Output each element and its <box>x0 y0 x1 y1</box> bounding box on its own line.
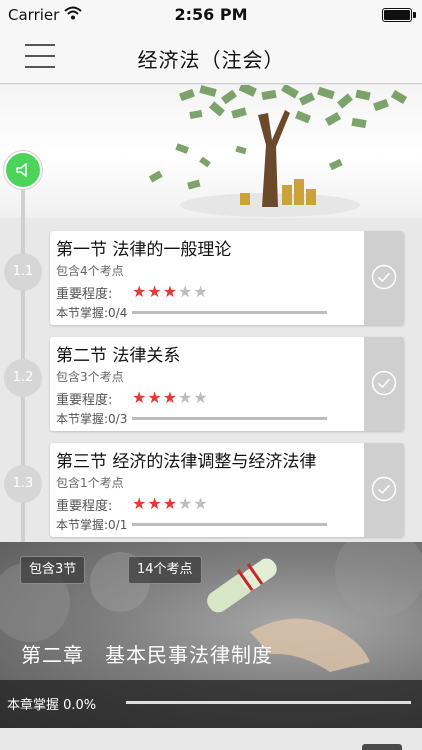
money-tree-banner <box>0 85 422 218</box>
chapter-sections-badge: 包含3节 <box>20 556 86 584</box>
lesson-point-count: 包含3个考点 <box>56 370 124 384</box>
lesson-complete-toggle[interactable] <box>364 443 404 537</box>
chapter-title: 第二章 基本民事法律制度 <box>21 643 273 667</box>
next-chapter-peek <box>362 744 402 750</box>
lesson-title: 第二节 法律关系 <box>56 346 181 366</box>
lesson-progress-bar <box>132 417 327 420</box>
lesson-card[interactable]: 第二节 法律关系 包含3个考点 重要程度: ★★★★★ 本节掌握:0/3 <box>50 337 404 431</box>
lesson-mastery: 本节掌握:0/1 <box>56 518 128 532</box>
star-empty-icon: ★ <box>193 388 209 407</box>
nav-bar: 经济法（注会） <box>0 30 422 84</box>
lesson-number-badge: 1.3 <box>4 465 42 503</box>
lesson-item: 1.2 第二节 法律关系 包含3个考点 重要程度: ★★★★★ 本节掌握:0/3 <box>0 337 422 431</box>
page-title: 经济法（注会） <box>137 48 285 72</box>
star-filled-icon: ★ <box>162 494 179 513</box>
star-filled-icon: ★ <box>162 388 179 407</box>
chapter-mastery-bar: 本章掌握 0.0% <box>0 680 422 728</box>
lesson-point-count: 包含4个考点 <box>56 264 124 278</box>
star-filled-icon: ★ <box>147 388 163 407</box>
bottom-strip <box>0 728 422 750</box>
importance-label: 重要程度: <box>56 499 113 514</box>
star-empty-icon: ★ <box>178 282 194 301</box>
lesson-card[interactable]: 第一节 法律的一般理论 包含4个考点 重要程度: ★★★★★ 本节掌握:0/4 <box>50 231 404 325</box>
lesson-mastery: 本节掌握:0/4 <box>56 306 128 320</box>
chapter-points-badge: 14个考点 <box>128 556 202 584</box>
speaker-button[interactable] <box>4 151 42 189</box>
star-filled-icon: ★ <box>132 282 148 301</box>
lesson-number-badge: 1.2 <box>4 359 42 397</box>
star-filled-icon: ★ <box>147 494 163 513</box>
lesson-title: 第三节 经济的法律调整与经济法律 <box>56 452 317 472</box>
star-empty-icon: ★ <box>178 494 194 513</box>
chapter-progress-bar <box>126 701 411 704</box>
star-empty-icon: ★ <box>193 494 209 513</box>
check-circle-icon <box>371 370 397 396</box>
star-empty-icon: ★ <box>178 388 194 407</box>
speaker-icon <box>16 163 27 177</box>
check-circle-icon <box>371 476 397 502</box>
star-filled-icon: ★ <box>132 388 148 407</box>
importance-stars: ★★★★★ <box>132 282 209 301</box>
lesson-number-badge: 1.1 <box>4 253 42 291</box>
lesson-point-count: 包含1个考点 <box>56 476 124 490</box>
lesson-card[interactable]: 第三节 经济的法律调整与经济法律 包含1个考点 重要程度: ★★★★★ 本节掌握… <box>50 443 404 537</box>
battery-tip <box>413 12 416 18</box>
lesson-item: 1.1 第一节 法律的一般理论 包含4个考点 重要程度: ★★★★★ 本节掌握:… <box>0 231 422 325</box>
star-filled-icon: ★ <box>132 494 148 513</box>
status-bar: Carrier 2:56 PM <box>0 0 422 30</box>
lesson-item: 1.3 第三节 经济的法律调整与经济法律 包含1个考点 重要程度: ★★★★★ … <box>0 443 422 537</box>
importance-stars: ★★★★★ <box>132 388 209 407</box>
lesson-progress-bar <box>132 523 327 526</box>
importance-label: 重要程度: <box>56 393 113 408</box>
lesson-progress-bar <box>132 311 327 314</box>
importance-stars: ★★★★★ <box>132 494 209 513</box>
importance-label: 重要程度: <box>56 287 113 302</box>
lesson-mastery: 本节掌握:0/3 <box>56 412 128 426</box>
star-filled-icon: ★ <box>162 282 179 301</box>
check-circle-icon <box>371 264 397 290</box>
star-empty-icon: ★ <box>193 282 209 301</box>
battery-icon <box>382 8 412 22</box>
lesson-complete-toggle[interactable] <box>364 337 404 431</box>
chapter-card[interactable]: 包含3节 14个考点 第二章 基本民事法律制度 本章掌握 0.0% <box>0 542 422 728</box>
star-filled-icon: ★ <box>147 282 163 301</box>
status-time: 2:56 PM <box>174 5 248 24</box>
lesson-title: 第一节 法律的一般理论 <box>56 240 232 260</box>
lesson-complete-toggle[interactable] <box>364 231 404 325</box>
chapter-mastery-label: 本章掌握 0.0% <box>7 698 97 713</box>
money-tree-illustration <box>148 85 408 217</box>
